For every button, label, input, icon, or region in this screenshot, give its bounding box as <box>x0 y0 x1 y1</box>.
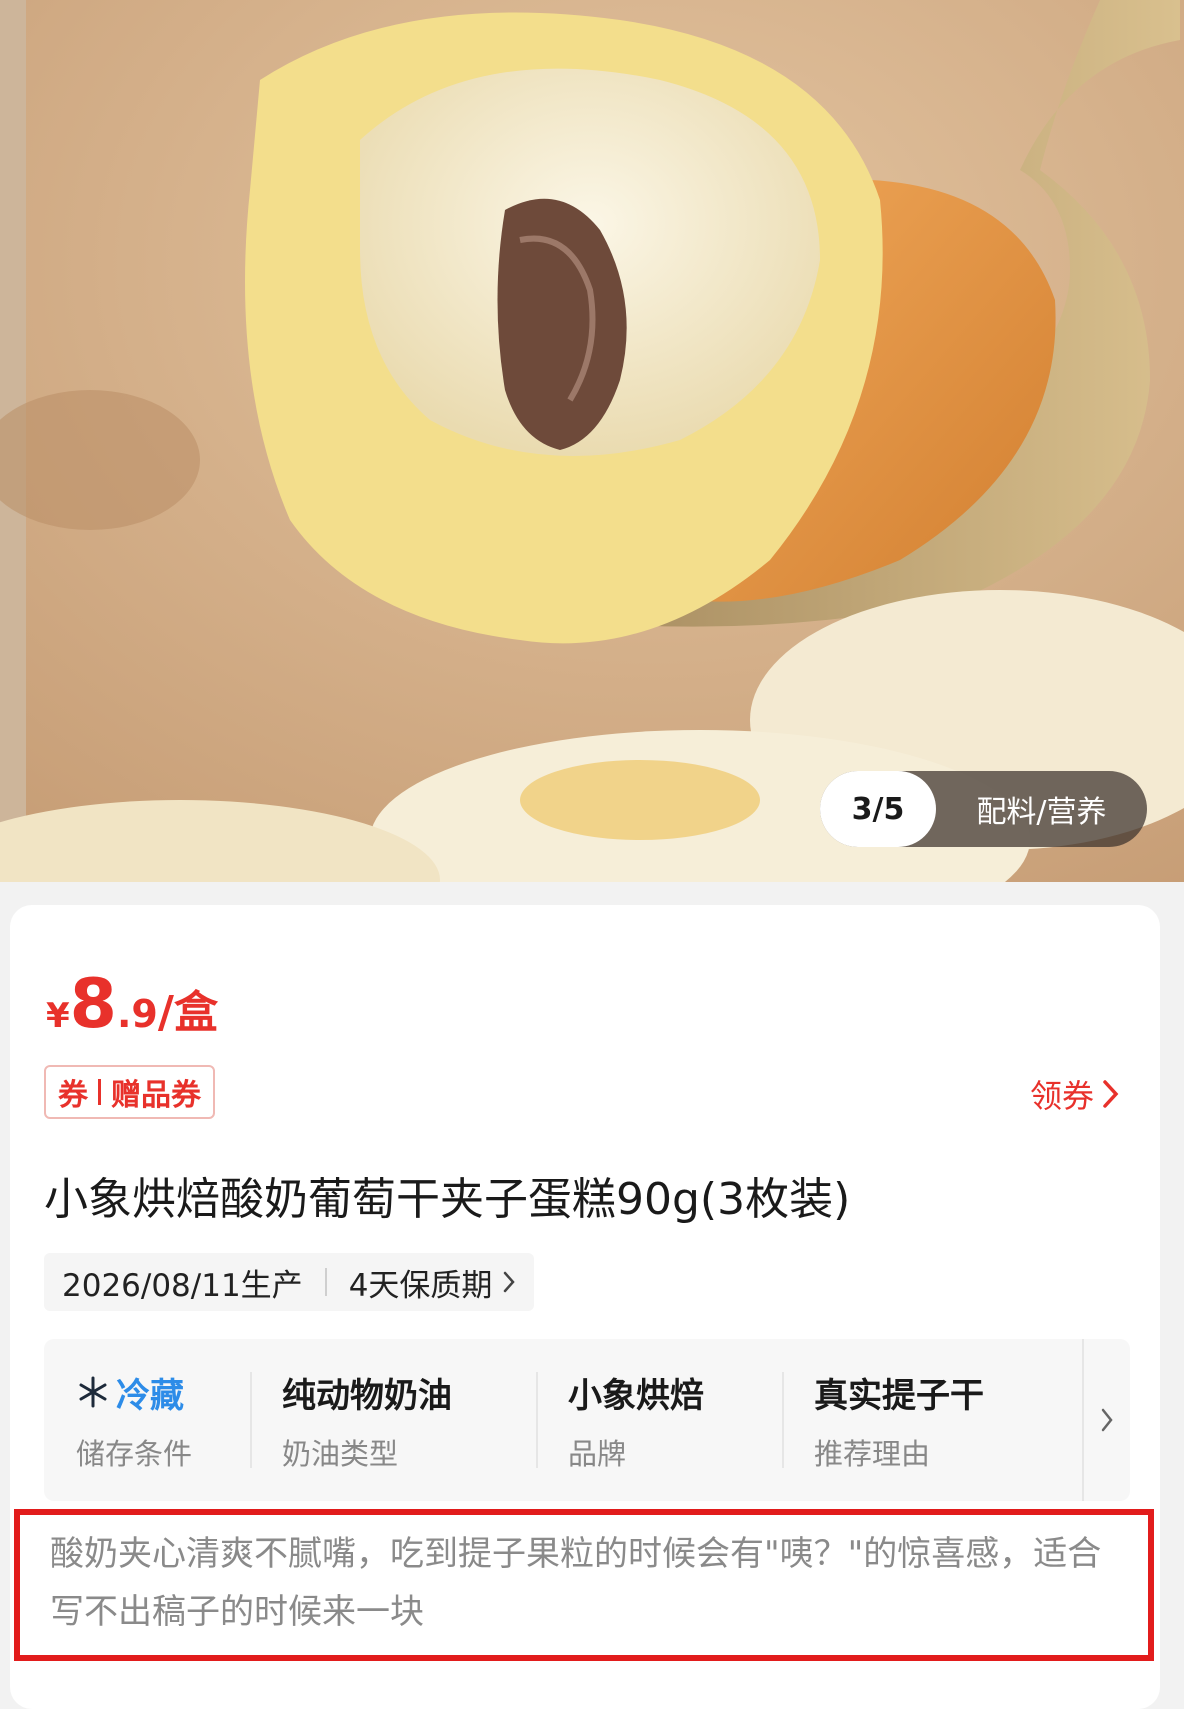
shelf-life-info[interactable]: 2026/08/11生产 4天保质期 <box>44 1253 535 1311</box>
chevron-right-icon <box>1101 1408 1113 1432</box>
snowflake-icon <box>79 1376 107 1408</box>
storage-label: 储存条件 <box>76 1436 193 1471</box>
divider <box>98 1079 101 1105</box>
product-info-card: ¥8.9/盒 券 赠品券 领券 小象烘焙酸奶葡萄干夹子蛋糕90g(3枚装) 20… <box>10 905 1160 1709</box>
shelf-life: 4天保质期 <box>348 1267 493 1304</box>
coupon-prefix: 券 <box>58 1078 88 1113</box>
brand-value: 小象烘焙 <box>568 1375 704 1416</box>
product-title: 小象烘焙酸奶葡萄干夹子蛋糕90g(3枚装) <box>44 1174 851 1225</box>
divider <box>324 1268 327 1296</box>
storage-value: 冷藏 <box>116 1375 184 1416</box>
attribute-cream-type: 纯动物奶油 奶油类型 <box>250 1360 536 1480</box>
ingredients-nutrition-tab[interactable]: 配料/营养 <box>936 787 1147 831</box>
image-counter: 3/5 <box>820 771 936 847</box>
get-coupon-button[interactable]: 领券 <box>1030 1071 1120 1117</box>
reason-label: 推荐理由 <box>814 1436 931 1471</box>
attribute-storage: 冷藏 储存条件 <box>44 1360 250 1480</box>
cream-type-label: 奶油类型 <box>282 1436 399 1471</box>
product-image[interactable]: 3/5 配料/营养 <box>0 0 1184 882</box>
production-date: 2026/08/11生产 <box>62 1267 303 1304</box>
coupon-badge[interactable]: 券 赠品券 <box>44 1065 215 1119</box>
product-attributes[interactable]: 冷藏 储存条件 纯动物奶油 奶油类型 小象烘焙 品牌 真实提子干 推荐理由 <box>44 1339 1130 1501</box>
currency-symbol: ¥ <box>46 996 70 1036</box>
cake-photo <box>0 0 1184 882</box>
gallery-indicator[interactable]: 3/5 配料/营养 <box>820 771 1147 847</box>
get-coupon-label: 领券 <box>1029 1077 1094 1115</box>
attribute-reason: 真实提子干 推荐理由 <box>782 1360 1062 1480</box>
price-decimal: .9 <box>117 992 158 1036</box>
cream-type-value: 纯动物奶油 <box>282 1375 452 1416</box>
attribute-brand: 小象烘焙 品牌 <box>536 1360 782 1480</box>
reason-value: 真实提子干 <box>814 1375 984 1416</box>
brand-label: 品牌 <box>568 1436 627 1471</box>
review-text: 酸奶夹心清爽不腻嘴，吃到提子果粒的时候会有"咦？"的惊喜感，适合写不出稿子的时候… <box>50 1534 1102 1632</box>
chevron-right-icon <box>504 1271 516 1293</box>
highlighted-review: 酸奶夹心清爽不腻嘴，吃到提子果粒的时候会有"咦？"的惊喜感，适合写不出稿子的时候… <box>14 1509 1154 1661</box>
price-integer: 8 <box>69 965 117 1044</box>
price-unit: /盒 <box>157 987 218 1038</box>
price: ¥8.9/盒 <box>46 965 218 1044</box>
attributes-more-button[interactable] <box>1082 1339 1130 1501</box>
chevron-right-icon <box>1103 1080 1119 1108</box>
coupon-label: 赠品券 <box>111 1078 201 1113</box>
